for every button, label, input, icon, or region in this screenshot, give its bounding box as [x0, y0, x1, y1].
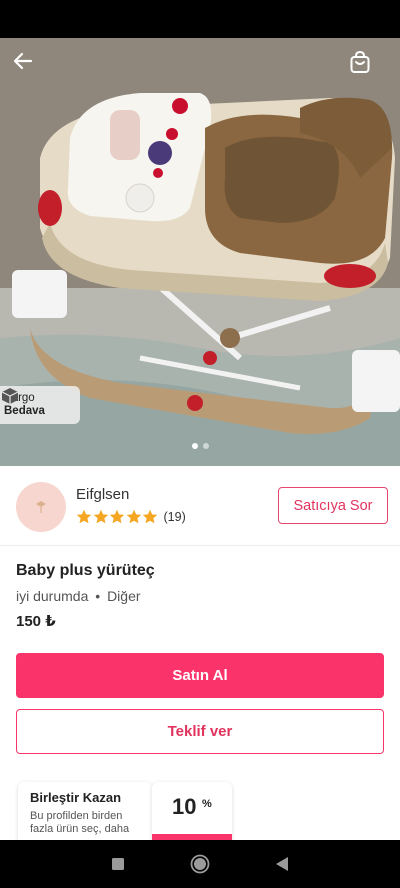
star-icon: [142, 509, 158, 524]
seller-name[interactable]: Eifglsen: [76, 486, 129, 503]
product-photo[interactable]: Kargo Bedava: [0, 38, 400, 466]
pagination-dot[interactable]: [202, 443, 209, 449]
product-category: Diğer: [107, 588, 141, 604]
back-triangle-icon: [276, 857, 288, 871]
recents-icon: [112, 858, 124, 870]
shopping-bag-button[interactable]: [348, 50, 388, 90]
meta-separator: •: [95, 588, 101, 604]
make-offer-button[interactable]: Teklif ver: [16, 709, 384, 754]
arrow-left-icon: [13, 52, 33, 70]
product-price: 150 ₺: [16, 613, 56, 630]
shopping-bag-icon: [350, 50, 370, 73]
product-condition: iyi durumda: [16, 588, 89, 604]
seller-logo-icon: [36, 501, 46, 513]
rating-stars: [76, 509, 159, 525]
bundle-description: Bu profilden birden fazla ürün seç, daha: [30, 810, 130, 835]
discount-unit: %: [202, 798, 212, 810]
pagination-dot[interactable]: [191, 443, 198, 449]
bundle-title: Birleştir Kazan: [30, 790, 122, 805]
home-button[interactable]: [190, 854, 210, 874]
free-shipping-badge: Kargo Bedava: [0, 386, 80, 424]
seller-avatar[interactable]: [16, 482, 66, 532]
seller-section: Eifglsen (19) Satıcıya Sor: [0, 466, 400, 546]
image-pagination: [0, 443, 400, 449]
product-info: Baby plus yürüteç iyi durumda • Diğer 15…: [16, 562, 384, 630]
seller-rating[interactable]: (19): [76, 509, 186, 525]
product-meta: iyi durumda • Diğer: [16, 588, 384, 608]
discount-value: 10: [172, 794, 197, 819]
buy-button[interactable]: Satın Al: [16, 653, 384, 698]
back-button[interactable]: [12, 50, 52, 90]
home-icon: [190, 854, 210, 874]
package-icon: [1, 388, 19, 404]
review-count: (19): [163, 510, 186, 524]
system-navigation-bar: [0, 840, 400, 888]
recents-button[interactable]: [108, 854, 128, 874]
status-bar: [0, 0, 400, 38]
back-nav-button[interactable]: [272, 854, 292, 874]
star-icon: [93, 509, 108, 524]
star-icon: [109, 509, 125, 524]
product-title: Baby plus yürüteç: [16, 562, 155, 579]
star-icon: [126, 509, 141, 524]
star-icon: [76, 509, 92, 524]
ask-seller-button[interactable]: Satıcıya Sor: [278, 487, 388, 524]
